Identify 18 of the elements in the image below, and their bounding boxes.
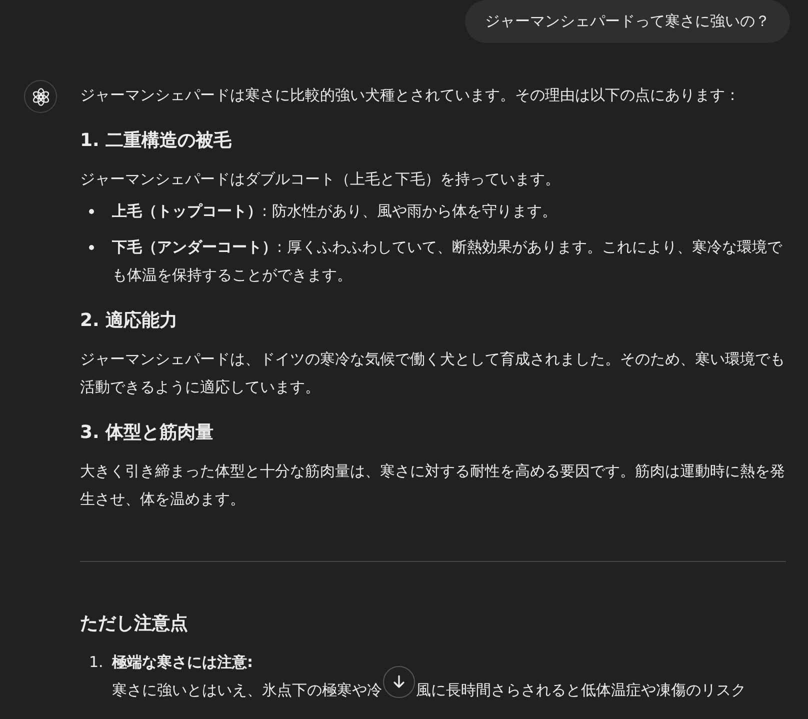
scroll-down-button[interactable]	[383, 666, 415, 698]
section-heading: 2. 適応能力	[80, 309, 179, 333]
section-paragraph: ジャーマンシェパードは、ドイツの寒冷な気候で働く犬として育成されました。そのため、寒い環境でも活動できるように適応しています。	[80, 349, 786, 398]
bullet-text: 下毛（アンダーコート）: 厚くふわふわしていて、断熱効果があります。これにより、寒冷な環境でも体温を保持することができます。	[112, 237, 784, 286]
section-heading: ただし注意点	[80, 612, 189, 636]
section-heading: 3. 体型と筋肉量	[80, 421, 215, 445]
section-paragraph: 大きく引き締まった体型と十分な筋肉量は、寒さに対する耐性を高める要因です。筋肉は運動時に熱を発生させ、体を温めます。	[80, 461, 786, 510]
list-item-text: 風に長時間さらされると低体温症や凍傷のリスク	[416, 680, 746, 701]
list-number: 1.	[88, 652, 104, 673]
user-message-bubble: ジャーマンシェパードって寒さに強いの？	[465, 0, 790, 43]
list-item-term: 極端な寒さには注意:	[112, 652, 254, 673]
bullet-text: 上毛（トップコート）: 防水性があり、風や雨から体を守ります。	[112, 201, 557, 222]
section-heading: 1. 二重構造の被毛	[80, 129, 233, 153]
intro-paragraph: ジャーマンシェパードは寒さに比較的強い犬種とされています。その理由は以下の点にあります：	[80, 85, 741, 106]
section-paragraph: ジャーマンシェパードはダブルコート（上毛と下毛）を持っています。	[80, 169, 561, 190]
arrow-down-icon	[391, 674, 407, 690]
list-item-text: 寒さに強いとはいえ、氷点下の極寒や冷	[112, 680, 382, 701]
knot-logo-icon	[30, 86, 50, 106]
